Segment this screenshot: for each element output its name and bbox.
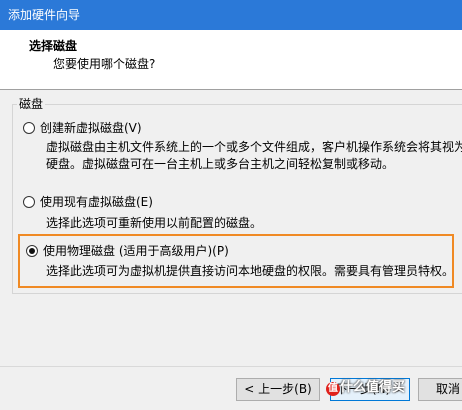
title-bar[interactable]: 添加硬件向导 [0, 0, 462, 30]
radio-button-icon[interactable] [23, 122, 35, 134]
window-title: 添加硬件向导 [8, 8, 81, 22]
use-existing-desc: 选择此选项可重新使用以前配置的磁盘。 [46, 216, 263, 230]
disk-group-label: 磁盘 [17, 96, 46, 112]
radio-use-physical-disk[interactable]: 使用物理磁盘 (适用于高级用户)(P) [26, 243, 229, 259]
radio-button-icon[interactable] [23, 196, 35, 208]
wizard-header: 选择磁盘 您要使用哪个磁盘? [0, 30, 462, 90]
back-button[interactable]: < 上一步(B) [236, 378, 320, 401]
radio-create-new-disk[interactable]: 创建新虚拟磁盘(V) [23, 120, 142, 136]
radio-label-create-new: 创建新虚拟磁盘(V) [40, 121, 142, 135]
cancel-button[interactable]: 取消 [418, 378, 462, 401]
radio-label-use-existing: 使用现有虚拟磁盘(E) [40, 195, 153, 209]
footer-divider [0, 366, 462, 367]
radio-button-selected-icon[interactable] [26, 245, 38, 257]
radio-label-use-physical: 使用物理磁盘 (适用于高级用户)(P) [43, 244, 229, 258]
create-new-desc-line2: 硬盘。虚拟磁盘可在一台主机上或多台主机之间轻松复制或移动。 [46, 157, 395, 171]
use-physical-desc: 选择此选项可为虚拟机提供直接访问本地硬盘的权限。需要具有管理员特权。 [46, 264, 455, 278]
radio-use-existing-disk[interactable]: 使用现有虚拟磁盘(E) [23, 194, 153, 210]
page-title: 选择磁盘 [29, 39, 78, 53]
create-new-desc-line1: 虚拟磁盘由主机文件系统上的一个或多个文件组成，客户机操作系统会将其视为 [46, 140, 462, 154]
watermark-badge-icon: 值 [326, 382, 340, 396]
watermark-text: 什么值得买 [340, 380, 406, 395]
page-subtitle: 您要使用哪个磁盘? [53, 57, 156, 71]
